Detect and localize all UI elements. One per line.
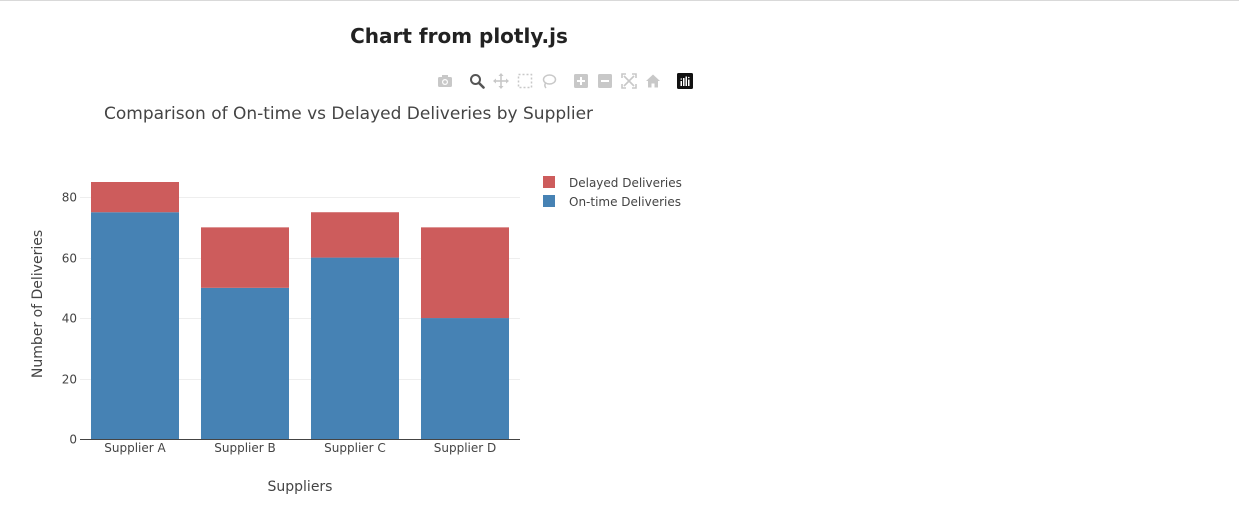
x-tick-label: Supplier B xyxy=(214,441,276,455)
legend-item-label[interactable]: Delayed Deliveries xyxy=(569,176,682,190)
bar-on-time-deliveries[interactable] xyxy=(91,212,179,439)
bar-delayed-deliveries[interactable] xyxy=(421,227,509,319)
bar-on-time-deliveries[interactable] xyxy=(311,257,399,439)
x-tick-label: Supplier C xyxy=(324,441,386,455)
bar-delayed-deliveries[interactable] xyxy=(311,212,399,258)
legend-swatch xyxy=(543,195,555,207)
bar-on-time-deliveries[interactable] xyxy=(201,287,289,439)
legend-swatch xyxy=(543,176,555,188)
x-tick-layer: Supplier A Supplier B Supplier C Supplier D xyxy=(104,441,496,455)
y-axis-title: Number of Deliveries xyxy=(30,230,46,378)
y-tick-label: 0 xyxy=(69,433,77,447)
y-tick-label: 20 xyxy=(62,373,77,387)
y-tick-layer: 0 20 40 60 80 xyxy=(62,191,77,447)
y-tick-label: 60 xyxy=(62,252,77,266)
chart-svg: Comparison of On-time vs Delayed Deliver… xyxy=(30,104,682,495)
x-axis-title: Suppliers xyxy=(268,479,333,495)
bar-delayed-deliveries[interactable] xyxy=(201,227,289,288)
y-tick-label: 80 xyxy=(62,191,77,205)
legend: Delayed Deliveries On-time Deliveries xyxy=(543,176,682,209)
bar-layer xyxy=(91,182,509,439)
x-tick-label: Supplier D xyxy=(434,441,497,455)
bar-on-time-deliveries[interactable] xyxy=(421,318,509,439)
chart-title: Comparison of On-time vs Delayed Deliver… xyxy=(104,104,593,124)
x-tick-label: Supplier A xyxy=(104,441,166,455)
legend-item-label[interactable]: On-time Deliveries xyxy=(569,195,681,209)
y-tick-label: 40 xyxy=(62,312,77,326)
bar-delayed-deliveries[interactable] xyxy=(91,182,179,213)
